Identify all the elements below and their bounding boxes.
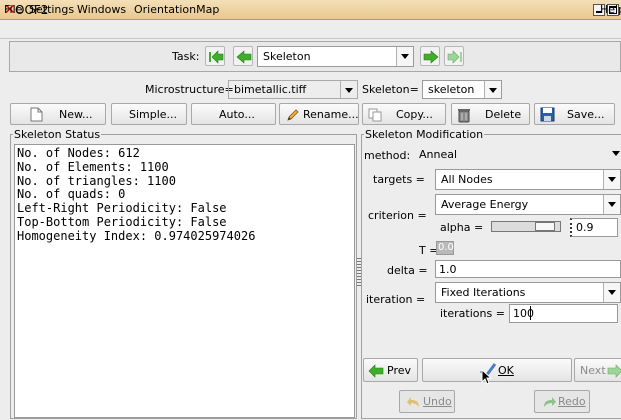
chevron-down-icon	[603, 170, 620, 189]
ok-button-text: OK	[498, 364, 514, 377]
undo-button[interactable]: Undo	[399, 390, 455, 413]
alpha-input-value: 0.9	[576, 221, 594, 234]
status-line: Homogeneity Index: 0.974025974026	[17, 228, 256, 243]
chevron-down-icon	[603, 283, 620, 302]
iteration-select[interactable]: Fixed Iterations	[435, 282, 621, 303]
task-last-button[interactable]	[444, 46, 464, 66]
skeleton-status-text[interactable]: No. of Nodes: 612 No. of Elements: 1100 No…	[14, 144, 355, 418]
targets-select[interactable]: All Nodes	[435, 169, 621, 190]
criterion-select[interactable]: Average Energy	[435, 194, 621, 215]
microstructure-select[interactable]: bimetallic.tiff	[228, 80, 358, 99]
simple-button-label: Simple...	[129, 108, 178, 121]
method-select[interactable]: Anneal	[415, 144, 621, 166]
copy-skeleton-button[interactable]: Copy...	[362, 103, 446, 125]
next-button-label: Next	[580, 364, 606, 377]
menu-file[interactable]: File	[4, 3, 22, 16]
chevron-down-icon	[484, 81, 501, 98]
mouse-pointer-icon	[481, 369, 493, 385]
copy-button-label: Copy...	[396, 108, 433, 121]
status-line: Top-Bottom Periodicity: False	[17, 214, 227, 229]
menu-windows[interactable]: Windows	[77, 3, 126, 16]
save-button-label: Save...	[567, 108, 605, 121]
delete-button-label: Delete	[485, 108, 522, 121]
undo-button-label: Undo	[423, 395, 452, 408]
menu-orientationmap[interactable]: OrientationMap	[134, 3, 219, 16]
rename-button-label: Rename...	[303, 108, 359, 121]
skeleton-select-value: skeleton	[428, 83, 475, 96]
left-arrow-icon	[236, 50, 252, 64]
next-button[interactable]: Next	[574, 358, 621, 382]
menu-help[interactable]: Help	[600, 3, 621, 16]
skeleton-modification-title: Skeleton Modification	[364, 128, 485, 141]
ok-button[interactable]: OK	[422, 358, 572, 382]
chevron-down-icon	[608, 144, 621, 166]
right-arrow-icon	[607, 364, 621, 378]
iteration-select-value: Fixed Iterations	[441, 286, 526, 299]
chevron-down-icon	[396, 47, 413, 66]
status-line: No. of quads: 0	[17, 187, 126, 202]
delete-skeleton-button[interactable]: Delete	[451, 103, 530, 125]
delta-input[interactable]: 1.0	[435, 260, 621, 278]
microstructure-select-value: bimetallic.tiff	[234, 83, 307, 96]
task-first-button[interactable]	[205, 46, 225, 66]
new-skeleton-button[interactable]: New...	[10, 103, 106, 125]
right-arrow-icon	[423, 50, 439, 64]
copy-icon	[368, 108, 382, 122]
auto-button-label: Auto...	[219, 108, 255, 121]
alpha-label: alpha =	[440, 221, 484, 234]
rename-skeleton-button[interactable]: Rename...	[279, 103, 359, 125]
status-line: No. of triangles: 1100	[17, 173, 176, 188]
status-line: No. of Elements: 1100	[17, 159, 169, 174]
simple-skeleton-button[interactable]: Simple...	[111, 103, 187, 125]
task-select-value: Skeleton	[263, 50, 311, 63]
first-arrow-icon	[209, 50, 224, 64]
undo-button-text: Undo	[423, 395, 452, 408]
task-select[interactable]: Skeleton	[257, 46, 414, 67]
redo-button-text: Redo	[558, 395, 586, 408]
new-button-label: New...	[59, 108, 93, 121]
skeleton-select[interactable]: skeleton	[422, 80, 502, 99]
criterion-select-value: Average Energy	[441, 198, 529, 211]
last-arrow-icon	[447, 50, 462, 64]
targets-select-value: All Nodes	[441, 173, 493, 186]
task-label: Task:	[172, 50, 200, 63]
status-line: No. of Nodes: 612	[17, 146, 140, 160]
iteration-label: iteration =	[366, 293, 426, 306]
alpha-slider-thumb[interactable]	[535, 222, 556, 231]
undo-arrow-icon	[407, 397, 419, 407]
prev-button-label: Prev	[387, 364, 411, 377]
method-select-value: Anneal	[419, 148, 458, 161]
iterations-input[interactable]: 100	[509, 304, 618, 323]
floppy-disk-icon	[540, 107, 555, 122]
left-arrow-icon	[368, 364, 384, 378]
task-prev-button[interactable]	[233, 46, 253, 66]
redo-button[interactable]: Redo	[534, 390, 590, 413]
skeleton-status-title: Skeleton Status	[13, 128, 102, 141]
temperature-input[interactable]: 0.0	[436, 241, 454, 255]
status-line: Left-Right Periodicity: False	[17, 201, 227, 216]
ok-button-label: OK	[498, 364, 514, 377]
prev-button[interactable]: Prev	[363, 358, 418, 382]
auto-skeleton-button[interactable]: Auto...	[191, 103, 276, 125]
new-document-icon	[30, 107, 43, 122]
menu-bar	[0, 20, 621, 39]
redo-arrow-icon	[544, 397, 556, 407]
task-next-button[interactable]	[420, 46, 440, 66]
alpha-input[interactable]: 0.9	[570, 218, 618, 237]
iterations-label: iterations =	[440, 307, 505, 320]
trash-icon	[458, 109, 470, 123]
save-skeleton-button[interactable]: Save...	[534, 103, 615, 125]
redo-button-label: Redo	[558, 395, 586, 408]
criterion-label: criterion =	[368, 209, 427, 222]
method-label: method:	[364, 149, 411, 162]
menu-settings[interactable]: Settings	[29, 3, 74, 16]
skeleton-label: Skeleton=	[362, 83, 419, 96]
delta-label: delta =	[387, 264, 428, 277]
chevron-down-icon	[603, 195, 620, 214]
microstructure-label: Microstructure=	[145, 83, 234, 96]
chevron-down-icon	[340, 81, 357, 98]
pencil-icon	[287, 109, 299, 121]
text-caret	[530, 306, 531, 320]
targets-label: targets =	[373, 173, 425, 186]
